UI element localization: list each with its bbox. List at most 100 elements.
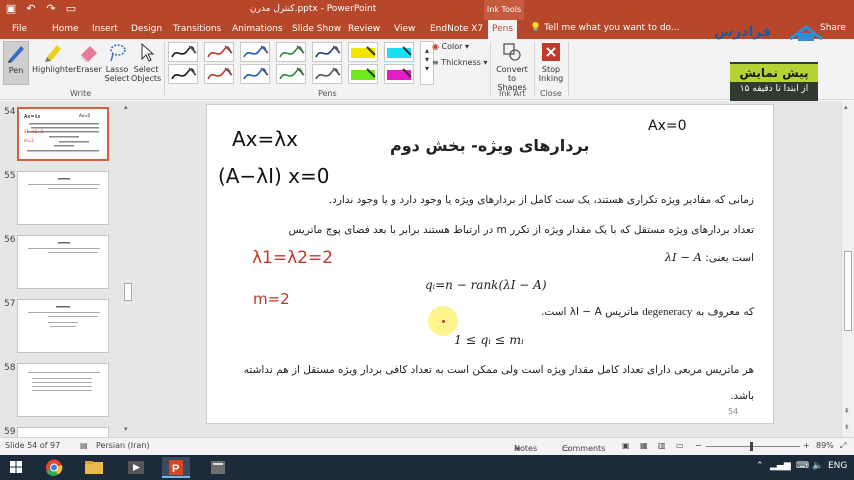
inequality[interactable]: 1 ≤ qᵢ ≤ mᵢ — [454, 332, 524, 347]
pen-button[interactable]: Pen — [3, 41, 29, 85]
pen-swatch[interactable] — [348, 42, 378, 62]
pen-swatch[interactable] — [348, 64, 378, 84]
tab-transitions[interactable]: Transitions — [169, 20, 225, 39]
media-app-button[interactable] — [122, 457, 150, 478]
pen-icon — [351, 46, 376, 58]
ink-m-equals-2[interactable]: m=2 — [253, 290, 290, 308]
language-indicator[interactable]: Persian (Iran) — [96, 441, 150, 450]
tab-view[interactable]: View — [390, 20, 419, 39]
slide-sorter-icon[interactable]: ▦ — [640, 441, 648, 450]
pen-icon — [207, 45, 233, 58]
scrollbar-thumb[interactable] — [124, 283, 132, 301]
tell-me-search[interactable]: 💡 Tell me what you want to do... — [530, 23, 680, 33]
pen-swatch[interactable] — [276, 42, 306, 62]
pen-swatch[interactable] — [312, 42, 342, 62]
pen-swatch[interactable] — [384, 42, 414, 62]
close-icon — [542, 43, 560, 61]
next-slide-icon[interactable]: ⇟ — [844, 423, 850, 431]
zoom-level[interactable]: 89% — [816, 441, 834, 450]
matrix-line[interactable]: λI − A است یعنی: — [632, 250, 754, 264]
slide-title[interactable]: بردارهای ویژه- بخش دوم — [390, 136, 589, 155]
tab-slide-show[interactable]: Slide Show — [288, 20, 345, 39]
app-button[interactable] — [204, 457, 232, 478]
zoom-in-icon[interactable]: + — [803, 441, 810, 450]
degeneracy-line[interactable]: ماتریس λI − A است. degeneracy که معروف ب… — [490, 306, 754, 318]
laser-pointer-dot — [442, 320, 445, 323]
eraser-button[interactable]: Eraser — [76, 41, 102, 74]
slide-thumbnail-55[interactable] — [17, 171, 109, 225]
pen-swatch[interactable] — [204, 64, 234, 84]
pen-swatch[interactable] — [168, 64, 198, 84]
pen-swatch[interactable] — [240, 42, 270, 62]
pen-swatch[interactable] — [384, 64, 414, 84]
is-label: است یعنی: — [705, 252, 754, 264]
slide-paragraph-2[interactable]: تعداد بردارهای ویژه مستقل که با یک مقدار… — [240, 224, 754, 236]
tab-pens[interactable]: Pens — [488, 20, 518, 39]
tab-design[interactable]: Design — [127, 20, 166, 39]
fit-slide-icon[interactable]: ⤢ — [840, 441, 846, 451]
tab-endnote[interactable]: EndNote X7 — [426, 20, 487, 39]
zoom-slider-thumb[interactable] — [750, 442, 753, 451]
slide-page-number: 54 — [728, 407, 739, 416]
write-group-label: Write — [70, 89, 92, 98]
save-icon[interactable]: ▣ — [4, 2, 18, 16]
volume-icon[interactable]: 🔈 — [812, 461, 823, 471]
tab-home[interactable]: Home — [48, 20, 83, 39]
spellcheck-icon[interactable]: ▤ — [80, 441, 88, 450]
ink-a-lambda-i-x[interactable]: (A−λI) x=0 — [218, 164, 329, 188]
scrollbar-thumb[interactable] — [844, 251, 852, 331]
tab-review[interactable]: Review — [344, 20, 384, 39]
undo-icon[interactable]: ↶ — [24, 2, 38, 16]
reading-view-icon[interactable]: ▥ — [658, 441, 666, 450]
ink-ax-zero[interactable]: Ax=0 — [648, 118, 687, 134]
pen-swatch[interactable] — [168, 42, 198, 62]
slide-thumbnail-56[interactable] — [17, 235, 109, 289]
scroll-down-icon[interactable]: ▾ — [124, 425, 128, 433]
scroll-up-icon[interactable]: ▴ — [124, 103, 128, 111]
network-icon[interactable]: ▂▄▆ — [770, 461, 791, 471]
slide-paragraph-3[interactable]: هر ماتریس مربعی دارای تعداد کامل مقدار و… — [240, 364, 754, 376]
pen-swatch[interactable] — [240, 64, 270, 84]
slide-thumbnail-59[interactable] — [17, 427, 109, 437]
slide-paragraph-1[interactable]: زمانی که مقادیر ویژه تکراری هستند، یک ست… — [300, 194, 754, 206]
powerpoint-button[interactable]: P — [162, 457, 190, 478]
tab-file[interactable]: File — [8, 20, 31, 39]
redo-icon[interactable]: ↷ — [44, 2, 58, 16]
vertical-scrollbar[interactable]: ▴ ⇞ ⇟ — [841, 101, 854, 437]
slide-thumbnail-54[interactable]: Ax=λx Ax=0 λ1=λ2=2 m=2 — [17, 107, 109, 161]
ink-lambda-equal[interactable]: λ1=λ2=2 — [252, 248, 333, 268]
pen-swatch[interactable] — [204, 42, 234, 62]
thumbnail-scrollbar[interactable]: ▴ ▾ — [122, 101, 134, 437]
slideshow-icon[interactable]: ▭ — [64, 2, 78, 16]
zoom-slider[interactable] — [706, 446, 800, 447]
keyboard-icon[interactable]: ⌨ — [796, 461, 809, 471]
separator — [534, 42, 535, 96]
slide-thumbnail-57[interactable] — [17, 299, 109, 353]
tab-animations[interactable]: Animations — [228, 20, 287, 39]
slideshow-view-icon[interactable]: ▭ — [676, 441, 684, 450]
slide-paragraph-3-end[interactable]: باشد. — [700, 390, 754, 402]
scroll-up-icon[interactable]: ▴ — [844, 103, 848, 111]
thickness-dropdown[interactable]: ≡ Thickness ▾ — [432, 58, 488, 67]
normal-view-icon[interactable]: ▣ — [622, 441, 630, 450]
tab-insert[interactable]: Insert — [88, 20, 122, 39]
zoom-out-icon[interactable]: − — [695, 441, 702, 450]
file-explorer-button[interactable] — [80, 457, 108, 478]
pen-swatch[interactable] — [312, 64, 342, 84]
input-language[interactable]: ENG — [828, 461, 847, 471]
tray-chevron-icon[interactable]: ⌃ — [756, 461, 764, 471]
slide-thumbnail-58[interactable] — [17, 363, 109, 417]
stop-inking-button[interactable]: Stop Inking — [537, 41, 565, 83]
ink-ax-lambda-x[interactable]: Ax=λx — [232, 127, 298, 151]
formula-q[interactable]: qᵢ=n − rank(λI − A) — [425, 278, 547, 292]
pen-swatch[interactable] — [276, 64, 306, 84]
folder-icon — [85, 461, 103, 474]
lasso-select-button[interactable]: Lasso Select — [104, 41, 130, 83]
highlighter-button[interactable]: Highlighter — [32, 41, 76, 74]
color-dropdown[interactable]: ◉ Color ▾ — [432, 42, 488, 51]
convert-to-shapes-button[interactable]: Convert to Shapes — [493, 41, 531, 92]
prev-slide-icon[interactable]: ⇞ — [844, 407, 850, 415]
start-button[interactable] — [2, 457, 30, 478]
chrome-button[interactable] — [40, 457, 68, 478]
select-objects-button[interactable]: Select Objects — [131, 41, 161, 83]
